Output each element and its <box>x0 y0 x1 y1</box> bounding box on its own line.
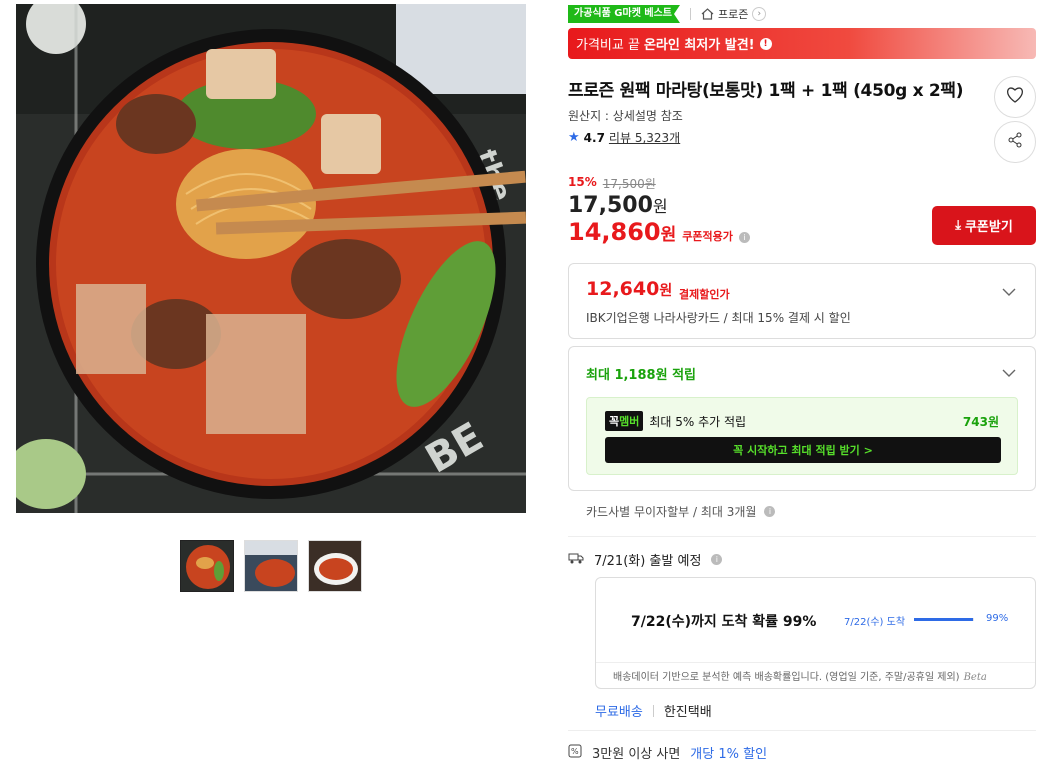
wishlist-button[interactable] <box>994 76 1036 118</box>
arrival-note-text: 배송데이터 기반으로 분석한 예측 배송확률입니다. (영업일 기준, 주말/공… <box>613 672 960 683</box>
discount-row: 15% 17,500원 <box>568 175 656 192</box>
promo-text: 가격비교 끝 <box>576 38 640 53</box>
courier-name: 한진택배 <box>663 705 712 720</box>
points-prefix: 최대 <box>586 368 615 383</box>
thumbnail-1[interactable] <box>180 540 234 592</box>
ship-date: 7/21(화) 출발 예정 <box>594 554 702 569</box>
thumbnail-list <box>180 540 362 592</box>
payment-discount-number: 12,640 <box>586 278 660 300</box>
member-points: 743원 <box>962 414 999 429</box>
lowest-price-banner[interactable]: 가격비교 끝 온라인 최저가 발견! ! <box>568 28 1036 59</box>
payment-discount-label-text: 결제할인가 <box>679 288 730 301</box>
original-price: 17,500원 <box>602 177 656 191</box>
points-suffix: 적립 <box>667 368 696 383</box>
member-row: 꼭멤버 최대 5% 추가 적립 743원 <box>605 411 999 431</box>
rating-score: 4.7 <box>583 130 605 145</box>
coupon-price-unit: 원 <box>660 225 677 245</box>
chevron-down-icon[interactable] <box>1001 365 1017 381</box>
sale-price-number: 17,500 <box>568 193 653 218</box>
points-headline: 최대 1,188원 적립 <box>586 364 696 383</box>
installment-info: 카드사별 무이자할부 / 최대 3개월 i <box>586 503 776 520</box>
coupon-price-amount: 14,860원 <box>568 218 676 246</box>
best-badge[interactable]: 가공식품 G마켓 베스트 <box>568 5 680 23</box>
origin-info: 원산지 : 상세설명 참조 <box>568 109 683 123</box>
ship-date-row: 7/21(화) 출발 예정 i <box>568 550 723 569</box>
free-shipping-label: 무료배송 <box>595 705 643 720</box>
store-link[interactable]: 프로즌 › <box>701 6 767 22</box>
get-coupon-button[interactable]: ⤓ 쿠폰받기 <box>932 206 1036 245</box>
arrival-date: 7/22(수) 도착 <box>844 617 906 628</box>
arrival-percent: 99% <box>986 613 1009 624</box>
discount-rate: 15% <box>568 175 597 189</box>
divider <box>652 704 654 717</box>
arrival-main: 7/22(수)까지 도착 확률 99% <box>631 614 817 630</box>
payment-discount-amount: 12,640원 <box>586 278 672 300</box>
divider <box>596 662 1035 663</box>
chevron-down-icon[interactable] <box>1001 284 1017 300</box>
divider <box>568 730 1036 731</box>
product-title: 프로즌 원팩 마라탕(보통맛) 1팩 + 1팩 (450g x 2팩) <box>568 81 964 101</box>
coupon-price-label: 쿠폰적용가 <box>682 230 733 243</box>
heart-icon <box>1006 87 1024 107</box>
star-icon: ★ <box>568 130 580 145</box>
shipping-row: 무료배송 한진택배 <box>595 701 712 720</box>
product-main-image: BE the <box>16 4 526 513</box>
arrival-probability-bar <box>914 618 974 621</box>
chevron-right-icon: › <box>752 7 767 21</box>
arrival-probability-fill <box>914 618 974 621</box>
svg-text:%: % <box>571 747 579 756</box>
share-button[interactable] <box>994 121 1036 163</box>
member-badge-b: 멤버 <box>619 415 640 428</box>
info-icon[interactable]: i <box>764 506 776 517</box>
thumbnail-3[interactable] <box>308 540 362 592</box>
bulk-discount-icon: % <box>568 744 582 762</box>
tag-row: 가공식품 G마켓 베스트 프로즌 › <box>568 5 767 23</box>
coupon-price-number: 14,860 <box>568 218 661 246</box>
rating-row: ★ 4.7 리뷰 5,323개 <box>568 129 680 146</box>
store-name: 프로즌 <box>717 8 749 21</box>
info-icon[interactable]: i <box>738 232 750 243</box>
points-box: 최대 1,188원 적립 꼭멤버 최대 5% 추가 적립 743원 꼭 시작하고… <box>568 346 1036 491</box>
bulk-highlight: 개당 1% 할인 <box>690 747 768 762</box>
info-icon: ! <box>759 37 772 50</box>
member-start-button[interactable]: 꼭 시작하고 최대 적립 받기 > <box>605 437 1001 463</box>
arrival-probability-box: 7/22(수)까지 도착 확률 99% 7/22(수) 도착 99% 배송데이터… <box>595 577 1036 689</box>
installment-text: 카드사별 무이자할부 / 최대 3개월 <box>586 505 757 519</box>
share-icon <box>1007 132 1023 152</box>
coupon-button-label: 쿠폰받기 <box>964 220 1013 235</box>
bulk-text: 3만원 이상 사면 <box>592 747 681 762</box>
info-icon[interactable]: i <box>711 554 723 565</box>
member-box: 꼭멤버 최대 5% 추가 적립 743원 꼭 시작하고 최대 적립 받기 > <box>586 397 1018 475</box>
promo-strong: 온라인 최저가 발견! <box>643 38 755 53</box>
member-badge: 꼭멤버 <box>605 411 644 431</box>
truck-icon <box>568 552 584 568</box>
payment-discount-box[interactable]: 12,640원 결제할인가 IBK기업은행 나라사랑카드 / 최대 15% 결제… <box>568 263 1036 339</box>
arrival-note: 배송데이터 기반으로 분석한 예측 배송확률입니다. (영업일 기준, 주말/공… <box>613 668 987 683</box>
download-icon: ⤓ <box>955 218 961 233</box>
member-text: 최대 5% 추가 적립 <box>649 414 747 429</box>
divider <box>689 8 691 20</box>
payment-discount-desc: IBK기업은행 나라사랑카드 / 최대 15% 결제 시 할인 <box>586 311 851 325</box>
home-icon <box>701 8 714 20</box>
sale-price-unit: 원 <box>652 197 668 216</box>
divider <box>568 536 1036 537</box>
payment-discount-unit: 원 <box>659 283 673 299</box>
beta-label: Beta <box>963 672 987 683</box>
reviews-link[interactable]: 리뷰 5,323개 <box>609 129 680 146</box>
payment-discount-label: 결제할인가 <box>679 286 730 302</box>
sale-price: 17,500원 <box>568 193 668 218</box>
coupon-price: 14,860원 쿠폰적용가 i <box>568 218 750 246</box>
thumbnail-2[interactable] <box>244 540 298 592</box>
points-amount: 1,188원 <box>614 368 668 383</box>
bulk-discount-row: % 3만원 이상 사면 개당 1% 할인 <box>568 743 767 762</box>
member-badge-a: 꼭 <box>609 415 620 428</box>
